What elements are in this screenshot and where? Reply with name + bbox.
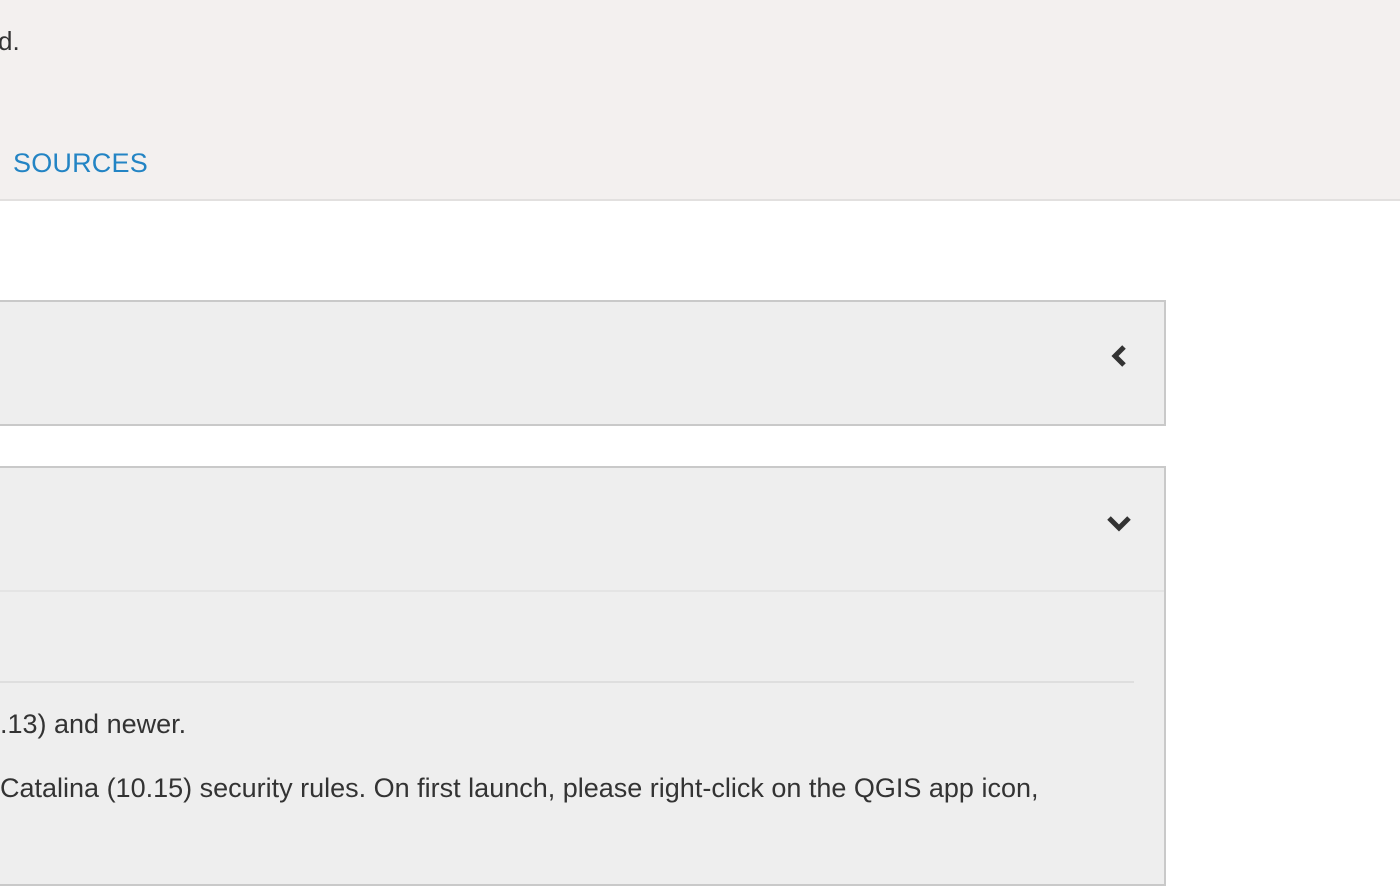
chevron-down-icon[interactable] [1105,509,1133,537]
header-text: d. [0,26,20,56]
accordion-panel-expanded: .13) and newer. Catalina (10.15) securit… [0,466,1166,886]
accordion-panel-collapsed[interactable] [0,300,1166,426]
panel-text-line: Catalina (10.15) security rules. On firs… [0,773,1039,803]
panel-text-line: .13) and newer. [0,709,187,739]
panel-header-divider [0,590,1164,592]
nav-link-sources[interactable]: SOURCES [13,147,148,179]
panel-content-divider [0,681,1134,683]
page-header: d. SOURCES [0,0,1400,201]
chevron-left-icon[interactable] [1106,342,1134,370]
